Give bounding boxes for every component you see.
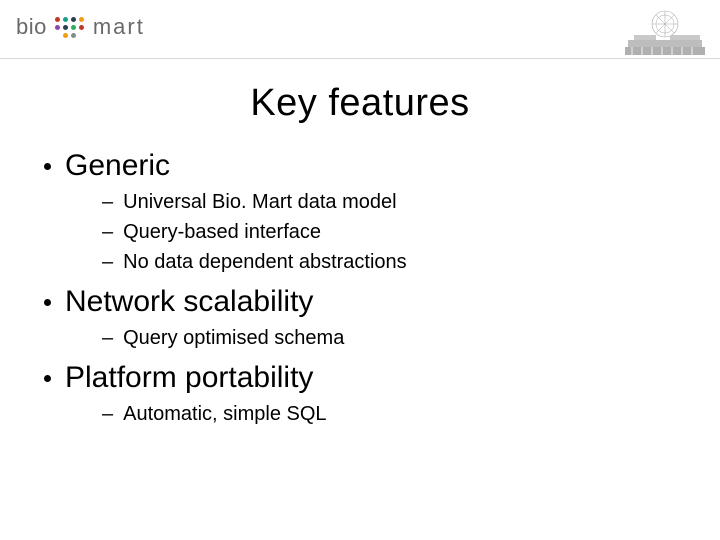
dash-icon: –: [102, 249, 113, 275]
dash-icon: –: [102, 325, 113, 351]
bullet-icon: [44, 375, 51, 382]
slide-header: bio mart: [0, 0, 720, 60]
section-generic: Generic – Universal Bio. Mart data model…: [44, 149, 720, 275]
sub-text: No data dependent abstractions: [123, 249, 407, 275]
section-heading: Generic: [65, 149, 170, 183]
dash-icon: –: [102, 189, 113, 215]
sub-bullet: – Universal Bio. Mart data model: [102, 189, 720, 215]
sub-text: Query-based interface: [123, 219, 321, 245]
dash-icon: –: [102, 219, 113, 245]
section-network: Network scalability – Query optimised sc…: [44, 285, 720, 351]
section-heading: Platform portability: [65, 361, 313, 395]
sub-bullet: – No data dependent abstractions: [102, 249, 720, 275]
bullet-icon: [44, 299, 51, 306]
slide-title: Key features: [0, 82, 720, 125]
section-heading: Network scalability: [65, 285, 313, 319]
dash-icon: –: [102, 401, 113, 427]
section-platform: Platform portability – Automatic, simple…: [44, 361, 720, 427]
sub-text: Query optimised schema: [123, 325, 344, 351]
biomart-logo: bio mart: [16, 14, 145, 40]
logo-text-bio: bio: [16, 14, 47, 40]
sub-bullet: – Automatic, simple SQL: [102, 401, 720, 427]
bullet-icon: [44, 163, 51, 170]
sub-text: Universal Bio. Mart data model: [123, 189, 396, 215]
sub-text: Automatic, simple SQL: [123, 401, 326, 427]
sub-bullet: – Query-based interface: [102, 219, 720, 245]
logo-dots-icon: [53, 16, 87, 38]
slide: bio mart: [0, 0, 720, 540]
header-divider: [0, 58, 720, 59]
slide-content: Generic – Universal Bio. Mart data model…: [0, 149, 720, 427]
logo-text-mart: mart: [93, 14, 145, 40]
campus-illustration-icon: [620, 8, 710, 58]
sub-bullet: – Query optimised schema: [102, 325, 720, 351]
